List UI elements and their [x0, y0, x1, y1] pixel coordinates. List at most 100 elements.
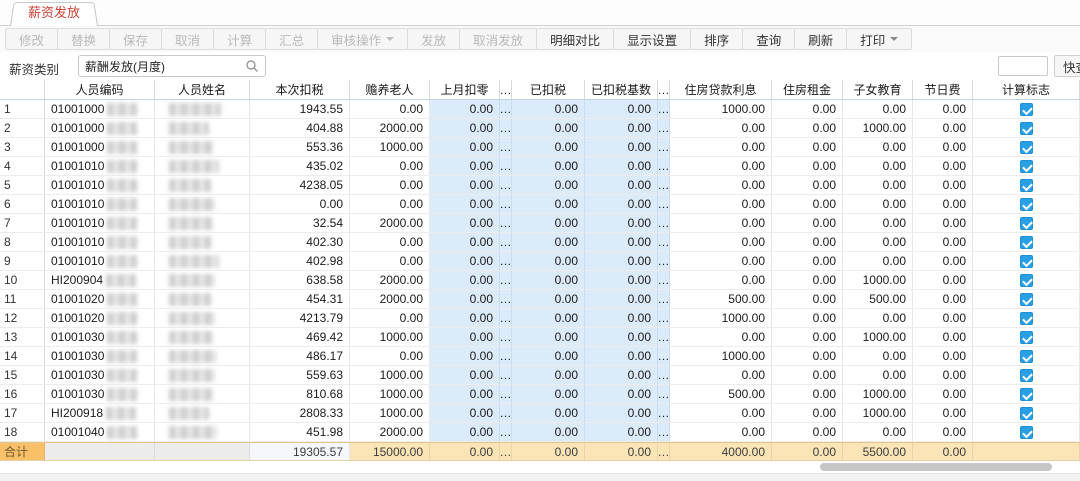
- cell-elder[interactable]: 1000.00: [350, 138, 430, 156]
- row-number[interactable]: 10: [0, 271, 45, 289]
- cell-person-name[interactable]: [155, 157, 250, 175]
- cell-calc-flag[interactable]: [973, 328, 1080, 346]
- table-row[interactable]: 201001000404.882000.000.00…0.000.00…0.00…: [0, 119, 1080, 138]
- cell-loan[interactable]: 1000.00: [670, 100, 772, 118]
- cell-tx[interactable]: 0.00: [512, 100, 585, 118]
- cell-truncated[interactable]: …: [500, 290, 512, 308]
- calc-flag-checkbox[interactable]: [1020, 407, 1033, 420]
- cell-person-code[interactable]: 01001010: [45, 252, 155, 270]
- cell-truncated[interactable]: …: [658, 328, 670, 346]
- cell-person-name[interactable]: [155, 309, 250, 327]
- column-header-calcflag[interactable]: 计算标志: [973, 80, 1080, 99]
- cell-tax[interactable]: 1943.55: [250, 100, 350, 118]
- cell-tx[interactable]: 0.00: [512, 385, 585, 403]
- cell-tx[interactable]: 0.00: [512, 176, 585, 194]
- cell-fest[interactable]: 0.00: [913, 290, 973, 308]
- cell-tb[interactable]: 0.00: [585, 309, 658, 327]
- cell-tx[interactable]: 0.00: [512, 290, 585, 308]
- table-row[interactable]: 1301001030469.421000.000.00…0.000.00…0.0…: [0, 328, 1080, 347]
- cell-truncated[interactable]: …: [658, 214, 670, 232]
- cell-edu[interactable]: 1000.00: [843, 328, 913, 346]
- calc-flag-checkbox[interactable]: [1020, 179, 1033, 192]
- table-row[interactable]: 1101001020454.312000.000.00…0.000.00…500…: [0, 290, 1080, 309]
- calc-flag-checkbox[interactable]: [1020, 255, 1033, 268]
- cell-lm[interactable]: 0.00: [430, 347, 500, 365]
- cell-elder[interactable]: 2000.00: [350, 271, 430, 289]
- cell-loan[interactable]: 0.00: [670, 195, 772, 213]
- calc-flag-checkbox[interactable]: [1020, 122, 1033, 135]
- calc-flag-checkbox[interactable]: [1020, 274, 1033, 287]
- cell-elder[interactable]: 1000.00: [350, 366, 430, 384]
- row-number[interactable]: 2: [0, 119, 45, 137]
- cell-calc-flag[interactable]: [973, 214, 1080, 232]
- cell-person-code[interactable]: 01001030: [45, 385, 155, 403]
- row-number[interactable]: 3: [0, 138, 45, 156]
- cell-calc-flag[interactable]: [973, 195, 1080, 213]
- calc-flag-checkbox[interactable]: [1020, 388, 1033, 401]
- cell-edu[interactable]: 0.00: [843, 195, 913, 213]
- row-number[interactable]: 4: [0, 157, 45, 175]
- cell-person-name[interactable]: [155, 233, 250, 251]
- cell-truncated[interactable]: …: [658, 119, 670, 137]
- cell-rent[interactable]: 0.00: [772, 252, 843, 270]
- cell-fest[interactable]: 0.00: [913, 119, 973, 137]
- cell-elder[interactable]: 2000.00: [350, 423, 430, 441]
- cell-tb[interactable]: 0.00: [585, 119, 658, 137]
- cell-lm[interactable]: 0.00: [430, 290, 500, 308]
- cell-elder[interactable]: 0.00: [350, 309, 430, 327]
- cell-tb[interactable]: 0.00: [585, 347, 658, 365]
- cell-truncated[interactable]: …: [658, 195, 670, 213]
- cell-loan[interactable]: 0.00: [670, 423, 772, 441]
- row-number[interactable]: 13: [0, 328, 45, 346]
- cell-person-name[interactable]: [155, 100, 250, 118]
- cell-tx[interactable]: 0.00: [512, 309, 585, 327]
- cell-lm[interactable]: 0.00: [430, 214, 500, 232]
- cell-fest[interactable]: 0.00: [913, 404, 973, 422]
- cell-person-code[interactable]: 01001010: [45, 195, 155, 213]
- cell-edu[interactable]: 1000.00: [843, 404, 913, 422]
- cell-person-code[interactable]: HI200918: [45, 404, 155, 422]
- column-header-dots2[interactable]: …: [658, 80, 670, 99]
- toolbar-button-12[interactable]: 查询: [742, 28, 795, 50]
- cell-loan[interactable]: 0.00: [670, 271, 772, 289]
- cell-tax[interactable]: 402.30: [250, 233, 350, 251]
- table-row[interactable]: 17HI2009182808.331000.000.00…0.000.00…0.…: [0, 404, 1080, 423]
- cell-loan[interactable]: 0.00: [670, 176, 772, 194]
- toolbar-button-8[interactable]: 取消发放: [459, 28, 537, 50]
- cell-tax[interactable]: 402.98: [250, 252, 350, 270]
- cell-truncated[interactable]: …: [500, 214, 512, 232]
- cell-calc-flag[interactable]: [973, 366, 1080, 384]
- cell-calc-flag[interactable]: [973, 385, 1080, 403]
- cell-calc-flag[interactable]: [973, 423, 1080, 441]
- cell-elder[interactable]: 0.00: [350, 176, 430, 194]
- cell-edu[interactable]: 0.00: [843, 138, 913, 156]
- cell-loan[interactable]: 0.00: [670, 404, 772, 422]
- cell-elder[interactable]: 1000.00: [350, 328, 430, 346]
- row-number[interactable]: 11: [0, 290, 45, 308]
- table-row[interactable]: 6010010100.000.000.00…0.000.00…0.000.000…: [0, 195, 1080, 214]
- cell-tax[interactable]: 810.68: [250, 385, 350, 403]
- cell-person-code[interactable]: HI200904: [45, 271, 155, 289]
- cell-truncated[interactable]: …: [500, 328, 512, 346]
- cell-calc-flag[interactable]: [973, 309, 1080, 327]
- calc-flag-checkbox[interactable]: [1020, 369, 1033, 382]
- cell-tx[interactable]: 0.00: [512, 214, 585, 232]
- cell-lm[interactable]: 0.00: [430, 309, 500, 327]
- cell-tb[interactable]: 0.00: [585, 214, 658, 232]
- toolbar-button-14[interactable]: 打印: [846, 28, 912, 50]
- cell-calc-flag[interactable]: [973, 157, 1080, 175]
- cell-person-name[interactable]: [155, 176, 250, 194]
- column-header-lm[interactable]: 上月扣零: [430, 80, 500, 99]
- cell-elder[interactable]: 0.00: [350, 347, 430, 365]
- cell-elder[interactable]: 2000.00: [350, 290, 430, 308]
- cell-rent[interactable]: 0.00: [772, 366, 843, 384]
- cell-loan[interactable]: 0.00: [670, 233, 772, 251]
- cell-person-code[interactable]: 01001010: [45, 214, 155, 232]
- row-number[interactable]: 1: [0, 100, 45, 118]
- cell-elder[interactable]: 0.00: [350, 195, 430, 213]
- cell-calc-flag[interactable]: [973, 271, 1080, 289]
- cell-fest[interactable]: 0.00: [913, 328, 973, 346]
- horizontal-scrollbar[interactable]: [0, 462, 1080, 473]
- cell-loan[interactable]: 0.00: [670, 214, 772, 232]
- cell-truncated[interactable]: …: [658, 290, 670, 308]
